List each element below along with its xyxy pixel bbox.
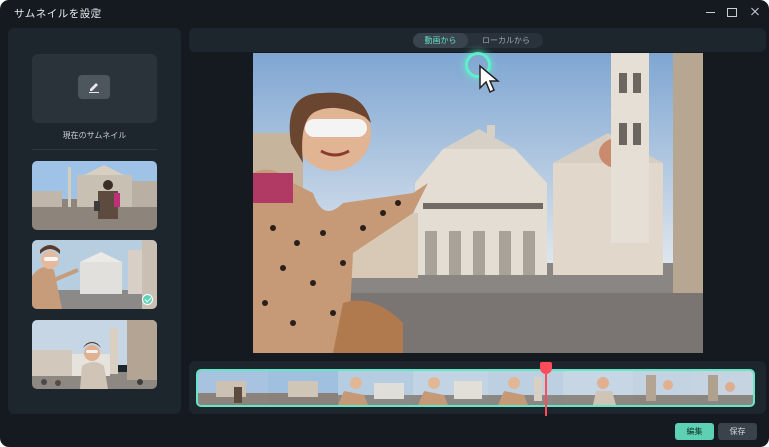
tab-from-video[interactable]: 動画から bbox=[413, 33, 468, 48]
info-icon[interactable] bbox=[91, 8, 100, 17]
video-timeline[interactable] bbox=[189, 361, 766, 414]
edit-thumbnail-button[interactable] bbox=[78, 75, 110, 99]
thumbnail-option-3[interactable] bbox=[32, 320, 157, 389]
source-tab-bar: 動画から ローカルから bbox=[189, 28, 766, 52]
filmstrip[interactable] bbox=[196, 369, 755, 407]
maximize-icon[interactable] bbox=[726, 6, 738, 18]
save-button[interactable]: 保存 bbox=[718, 423, 757, 440]
edit-button[interactable]: 編集 bbox=[675, 423, 714, 440]
thumbnail-settings-window: サムネイルを設定 現在のサムネイル 動画から ローカルから 編集 保存 bbox=[0, 0, 769, 447]
tab-from-local[interactable]: ローカルから bbox=[471, 33, 541, 48]
source-segmented-control: 動画から ローカルから bbox=[413, 33, 543, 48]
divider bbox=[32, 149, 157, 150]
current-thumbnail[interactable] bbox=[32, 54, 157, 123]
close-icon[interactable] bbox=[749, 6, 761, 18]
playhead[interactable] bbox=[545, 366, 547, 416]
check-icon bbox=[142, 294, 153, 305]
thumbnail-option-2[interactable] bbox=[32, 240, 157, 309]
thumbnail-sidebar: 現在のサムネイル bbox=[8, 28, 181, 414]
title-bar: サムネイルを設定 bbox=[0, 0, 769, 26]
minimize-icon[interactable] bbox=[705, 6, 717, 18]
window-title: サムネイルを設定 bbox=[14, 8, 102, 20]
current-thumbnail-label: 現在のサムネイル bbox=[62, 131, 127, 140]
thumbnail-option-1[interactable] bbox=[32, 161, 157, 230]
pencil-icon bbox=[89, 83, 99, 93]
thumbnail-preview bbox=[253, 53, 703, 353]
cursor-icon bbox=[479, 64, 500, 94]
